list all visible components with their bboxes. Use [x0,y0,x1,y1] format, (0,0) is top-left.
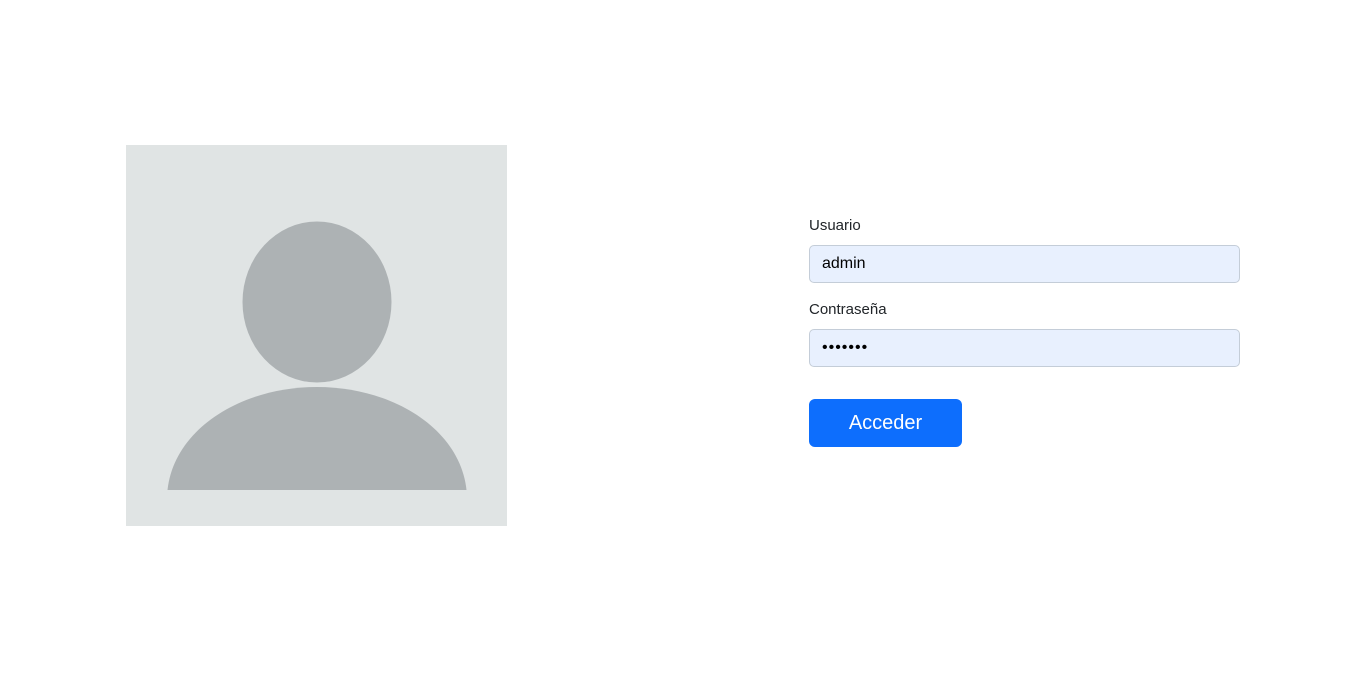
avatar [126,145,507,526]
username-field-group: Usuario [809,216,1240,283]
password-label: Contraseña [809,301,887,318]
password-input[interactable] [809,329,1240,367]
password-field-group: Contraseña [809,300,1240,367]
user-silhouette-icon [126,145,507,526]
login-button[interactable]: Acceder [809,399,962,447]
login-form: Usuario Contraseña Acceder [809,216,1240,447]
login-page: Usuario Contraseña Acceder [0,0,1361,683]
username-label: Usuario [809,217,861,234]
avatar-head-shape [242,221,392,383]
username-input[interactable] [809,245,1240,283]
